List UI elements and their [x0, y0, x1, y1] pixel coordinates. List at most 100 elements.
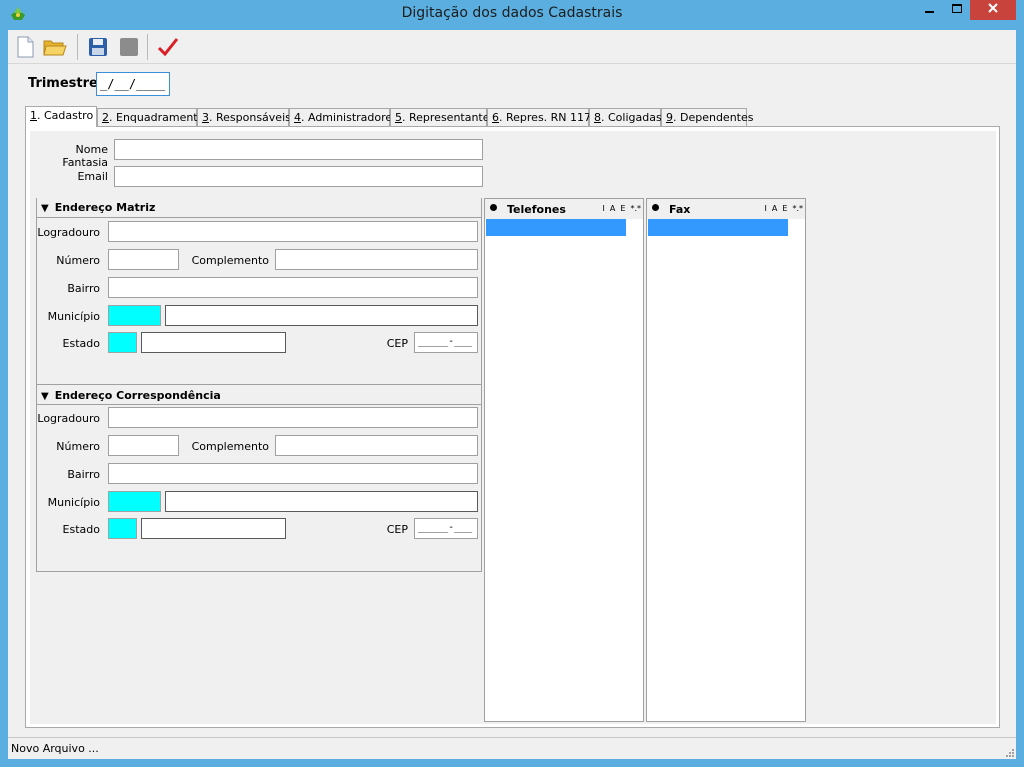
matriz-cep-label: CEP — [386, 337, 408, 350]
resize-grip-icon[interactable] — [1004, 747, 1014, 757]
insert-button[interactable]: I — [603, 204, 605, 213]
corresp-bairro-field[interactable] — [108, 463, 478, 484]
tab-panel-cadastro: Nome Fantasia Email ▼ Endereço Matriz Log… — [25, 126, 1000, 728]
matriz-estado-code-field[interactable] — [108, 332, 137, 353]
telefones-panel: Telefones I A E *.* — [484, 198, 644, 722]
corresp-estado-code-field[interactable] — [108, 518, 137, 539]
all-button[interactable]: *.* — [630, 204, 641, 213]
client-area: Trimestre _/__/____ 1. Cadastro 2. Enqua… — [8, 30, 1016, 759]
matriz-bairro-field[interactable] — [108, 277, 478, 298]
telefones-selected-row[interactable] — [486, 219, 626, 236]
telefones-header: Telefones I A E *.* — [485, 199, 643, 219]
collapse-triangle-icon: ▼ — [41, 391, 49, 402]
matriz-municipio-name-field[interactable] — [165, 305, 478, 326]
section-divider — [37, 217, 481, 218]
bullet-icon — [490, 204, 497, 211]
endereco-matriz-section: ▼ Endereço Matriz Logradouro Número Compl… — [36, 198, 482, 384]
trimestre-input[interactable]: _/__/____ — [96, 72, 170, 96]
tab-coligadas[interactable]: 8. Coligadas — [589, 108, 662, 126]
nome-fantasia-label: Nome Fantasia — [62, 143, 108, 169]
matriz-numero-label: Número — [56, 254, 100, 267]
close-button[interactable] — [970, 0, 1016, 20]
close-icon — [988, 3, 998, 13]
edit-button[interactable]: A — [772, 204, 777, 213]
open-folder-icon — [43, 40, 67, 56]
checkmark-icon — [157, 38, 179, 57]
trimestre-label: Trimestre — [28, 76, 98, 91]
toolbar — [8, 30, 1016, 64]
fax-panel: Fax I A E *.* — [646, 198, 806, 722]
title-bar[interactable]: Digitação dos dados Cadastrais — [0, 0, 1024, 30]
corresp-municipio-label: Município — [47, 496, 100, 509]
matriz-complemento-label: Complemento — [191, 254, 269, 267]
email-label: Email — [77, 170, 108, 183]
nome-fantasia-field[interactable] — [114, 139, 483, 160]
minimize-button[interactable] — [916, 0, 943, 20]
section-divider — [37, 571, 481, 572]
corresp-cep-label: CEP — [386, 523, 408, 536]
all-button[interactable]: *.* — [792, 204, 803, 213]
corresp-cep-field[interactable]: _____-___ — [414, 518, 478, 539]
corresp-municipio-code-field[interactable] — [108, 491, 161, 512]
corresp-estado-name-field[interactable] — [141, 518, 286, 539]
corresp-municipio-name-field[interactable] — [165, 491, 478, 512]
delete-button[interactable]: E — [620, 204, 625, 213]
corresp-numero-label: Número — [56, 440, 100, 453]
matriz-complemento-field[interactable] — [275, 249, 478, 270]
status-bar: Novo Arquivo ... — [8, 737, 1016, 759]
toolbar-separator — [147, 34, 148, 60]
matriz-estado-name-field[interactable] — [141, 332, 286, 353]
minimize-icon — [924, 11, 934, 13]
matriz-bairro-label: Bairro — [67, 282, 100, 295]
collapse-triangle-icon: ▼ — [41, 203, 49, 214]
tab-cadastro[interactable]: 1. Cadastro — [25, 106, 97, 127]
maximize-icon — [951, 4, 962, 13]
matriz-numero-field[interactable] — [108, 249, 179, 270]
open-button[interactable] — [42, 34, 68, 60]
section-divider — [37, 384, 481, 385]
delete-button[interactable]: E — [782, 204, 787, 213]
new-button[interactable] — [12, 34, 38, 60]
tab-dependentes[interactable]: 9. Dependentes — [661, 108, 754, 126]
matriz-logradouro-field[interactable] — [108, 221, 478, 242]
corresp-bairro-label: Bairro — [67, 468, 100, 481]
endereco-correspondencia-section: ▼ Endereço Correspondência Logradouro Núm… — [36, 384, 482, 572]
corresp-complemento-field[interactable] — [275, 435, 478, 456]
corresp-estado-label: Estado — [62, 523, 100, 536]
cadastro-form: Nome Fantasia Email ▼ Endereço Matriz Log… — [30, 131, 996, 724]
maximize-button[interactable] — [943, 0, 970, 20]
insert-button[interactable]: I — [765, 204, 767, 213]
save-button[interactable] — [85, 34, 111, 60]
matriz-municipio-label: Município — [47, 310, 100, 323]
corresp-logradouro-field[interactable] — [108, 407, 478, 428]
fax-selected-row[interactable] — [648, 219, 788, 236]
status-text: Novo Arquivo ... — [11, 742, 99, 755]
disabled-icon — [120, 38, 138, 56]
telefones-tools: I A E *.* — [598, 204, 641, 213]
matriz-cep-field[interactable]: _____-___ — [414, 332, 478, 353]
confirm-button[interactable] — [155, 34, 181, 60]
section-divider — [37, 404, 481, 405]
matriz-logradouro-label: Logradouro — [37, 226, 100, 239]
edit-button[interactable]: A — [610, 204, 615, 213]
corresp-numero-field[interactable] — [108, 435, 179, 456]
save-icon — [89, 38, 107, 56]
fax-tools: I A E *.* — [760, 204, 803, 213]
endereco-correspondencia-header[interactable]: ▼ Endereço Correspondência — [37, 389, 481, 409]
endereco-matriz-header[interactable]: ▼ Endereço Matriz — [37, 201, 481, 221]
matriz-estado-label: Estado — [62, 337, 100, 350]
tab-repres-rn-117[interactable]: 6. Repres. RN 117 — [487, 108, 591, 126]
tab-administradores[interactable]: 4. Administradores — [289, 108, 398, 126]
window-title: Digitação dos dados Cadastrais — [401, 5, 623, 21]
tab-representante[interactable]: 5. Representante — [390, 108, 490, 126]
tab-enquadramento[interactable]: 2. Enquadramento — [97, 108, 204, 126]
corresp-logradouro-label: Logradouro — [37, 412, 100, 425]
matriz-municipio-code-field[interactable] — [108, 305, 161, 326]
disabled-button[interactable] — [116, 34, 142, 60]
new-file-icon — [17, 36, 34, 58]
fax-header: Fax I A E *.* — [647, 199, 805, 219]
toolbar-separator — [77, 34, 78, 60]
tab-responsaveis[interactable]: 3. Responsáveis — [197, 108, 291, 126]
corresp-complemento-label: Complemento — [191, 440, 269, 453]
email-field[interactable] — [114, 166, 483, 187]
